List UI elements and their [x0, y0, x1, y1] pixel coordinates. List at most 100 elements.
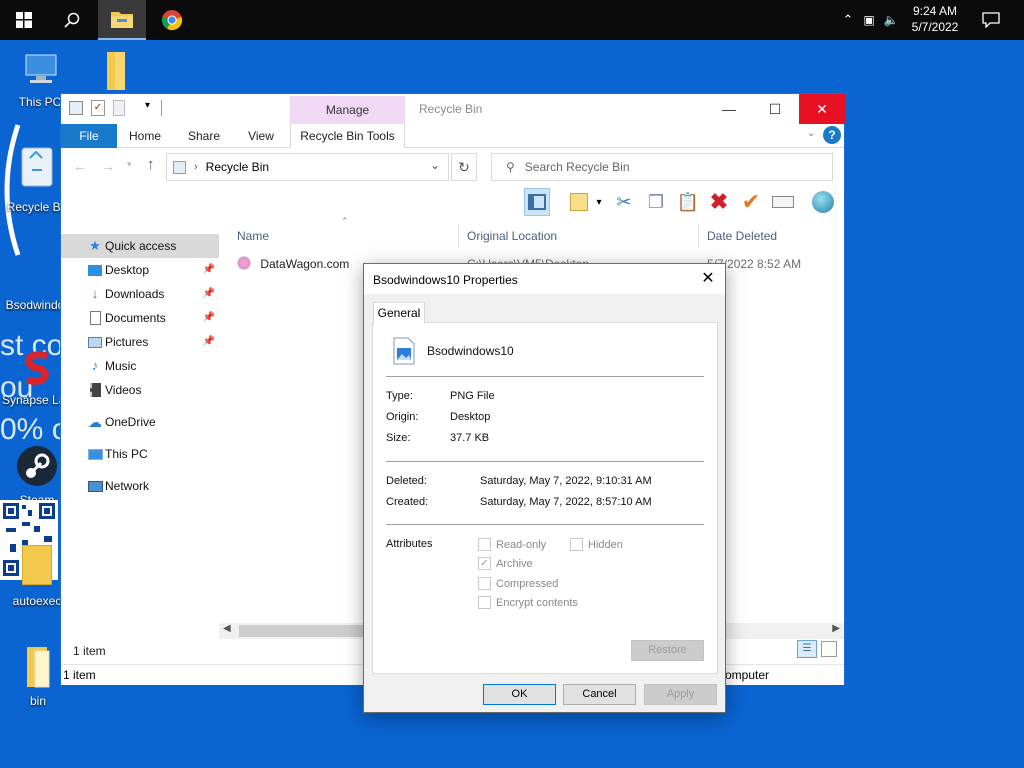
nav-label: OneDrive — [105, 415, 156, 429]
cut-button[interactable]: ✂ — [611, 188, 637, 216]
up-arrow-icon[interactable]: ↑ — [147, 156, 155, 173]
search-button[interactable] — [48, 0, 96, 40]
address-dropdown-icon[interactable]: ⌄ — [430, 158, 440, 172]
column-date-deleted[interactable]: Date Deleted — [701, 224, 841, 248]
volume-icon[interactable]: 🔈 — [880, 13, 902, 27]
nav-music[interactable]: ♪ Music — [61, 354, 219, 378]
computer-icon — [25, 54, 57, 83]
breadcrumb-recycle-bin[interactable]: Recycle Bin — [206, 160, 269, 174]
nav-videos[interactable]: Videos — [61, 378, 219, 402]
address-bar[interactable]: › Recycle Bin ⌄ — [166, 153, 449, 181]
cancel-button[interactable]: Cancel — [563, 684, 636, 705]
large-icons-view-button[interactable] — [821, 641, 837, 657]
maximize-button[interactable]: ☐ — [752, 94, 798, 124]
globe-shell-icon — [812, 191, 834, 213]
notification-icon — [982, 12, 1000, 28]
back-arrow-icon[interactable]: ← — [73, 158, 87, 174]
properties-quick-icon[interactable]: ✓ — [91, 100, 105, 116]
nav-documents[interactable]: Documents 📌 — [61, 306, 219, 330]
checkbox-label: Read-only — [496, 538, 547, 551]
scroll-thumb[interactable] — [239, 625, 369, 637]
taskbar-file-explorer[interactable] — [98, 0, 146, 40]
recent-dropdown-icon[interactable]: ▾ — [127, 159, 132, 170]
notifications-button[interactable] — [968, 0, 1014, 40]
divider — [386, 376, 704, 377]
search-box[interactable]: ⚲ Search Recycle Bin — [491, 153, 833, 181]
properties-dropdown[interactable]: ▾ — [592, 188, 606, 216]
start-button[interactable] — [0, 0, 48, 40]
chevron-down-icon[interactable]: ⌄ — [807, 128, 815, 139]
restore-check-button[interactable]: ✔ — [738, 188, 764, 216]
tab-general[interactable]: General — [373, 302, 425, 324]
nav-desktop[interactable]: Desktop 📌 — [61, 258, 219, 282]
steam-icon — [17, 446, 57, 486]
attributes-label: Attributes — [386, 538, 433, 550]
network-icon — [87, 478, 103, 494]
delete-x-icon: ✖ — [709, 189, 729, 214]
image-file-icon — [393, 337, 415, 365]
apply-button[interactable]: Apply — [644, 684, 717, 705]
navigation-pane: ★ Quick access Desktop 📌 ↓ Downloads 📌 D… — [61, 234, 219, 498]
new-folder-quick-icon[interactable] — [113, 100, 125, 116]
windows-logo-icon — [16, 12, 32, 28]
nav-this-pc[interactable]: This PC — [61, 442, 219, 466]
preview-pane-button[interactable] — [524, 188, 550, 216]
archive-checkbox[interactable]: ✓ Archive — [478, 557, 533, 570]
pin-icon[interactable]: 📌 — [203, 306, 215, 330]
scroll-right-icon[interactable]: ▶ — [832, 623, 840, 634]
customize-dropdown-icon[interactable]: ▾ — [145, 100, 150, 111]
nav-quick-access[interactable]: ★ Quick access — [61, 234, 219, 258]
chevron-up-icon[interactable]: ⌃ — [838, 12, 858, 28]
minimize-button[interactable]: — — [706, 94, 752, 124]
hidden-checkbox[interactable]: Hidden — [570, 538, 623, 551]
shell-button[interactable] — [810, 188, 836, 216]
dialog-titlebar[interactable]: Bsodwindows10 Properties ✕ — [364, 264, 725, 294]
tab-view[interactable]: View — [243, 124, 279, 148]
pin-icon[interactable]: 📌 — [203, 258, 215, 282]
separator — [161, 100, 162, 116]
tab-recycle-bin-tools[interactable]: Recycle Bin Tools — [290, 124, 405, 148]
nav-pictures[interactable]: Pictures 📌 — [61, 330, 219, 354]
created-label: Created: — [386, 496, 429, 508]
rename-button[interactable] — [770, 188, 796, 216]
restore-button[interactable]: Restore — [631, 640, 704, 661]
origin-value: Desktop — [450, 411, 491, 423]
window-title: Recycle Bin — [419, 102, 483, 116]
address-row: ← → ▾ ↑ › Recycle Bin ⌄ ↻ ⚲ Search Recyc… — [61, 150, 844, 184]
explorer-titlebar[interactable]: ✓ ▾ Manage Recycle Bin — ☐ ✕ — [61, 94, 845, 124]
music-note-icon: ♪ — [91, 358, 99, 373]
folder-icon — [22, 545, 52, 585]
tab-file[interactable]: File — [61, 124, 117, 148]
readonly-checkbox[interactable]: Read-only — [478, 538, 546, 551]
nav-onedrive[interactable]: ☁ OneDrive — [61, 410, 219, 434]
clock[interactable]: 9:24 AM 5/7/2022 — [900, 3, 970, 35]
desktop-icon-folder[interactable] — [80, 48, 150, 95]
pin-icon[interactable]: 📌 — [203, 330, 215, 354]
help-icon[interactable]: ? — [823, 126, 841, 144]
close-button[interactable]: ✕ — [799, 94, 845, 124]
encrypt-checkbox[interactable]: Encrypt contents — [478, 596, 578, 609]
divider — [386, 524, 704, 525]
properties-button[interactable] — [566, 188, 592, 216]
paste-button[interactable]: 📋 — [675, 188, 701, 216]
nav-network[interactable]: Network — [61, 474, 219, 498]
copy-button[interactable]: ❐ — [643, 188, 669, 216]
details-view-button[interactable]: ☰ — [797, 640, 817, 658]
scroll-left-icon[interactable]: ◀ — [223, 623, 231, 634]
taskbar-chrome[interactable] — [148, 0, 196, 40]
nav-downloads[interactable]: ↓ Downloads 📌 — [61, 282, 219, 306]
clipboard-icon: 📋 — [676, 191, 700, 212]
manage-tab[interactable]: Manage — [290, 96, 405, 124]
column-name[interactable]: Name — [231, 224, 459, 248]
tab-home[interactable]: Home — [125, 124, 165, 148]
refresh-button[interactable]: ↻ — [451, 153, 477, 181]
ok-button[interactable]: OK — [483, 684, 556, 705]
pin-icon[interactable]: 📌 — [203, 282, 215, 306]
dialog-close-button[interactable]: ✕ — [697, 268, 719, 290]
delete-button[interactable]: ✖ — [706, 188, 732, 216]
forward-arrow-icon[interactable]: → — [101, 158, 115, 174]
tab-share[interactable]: Share — [183, 124, 225, 148]
compressed-checkbox[interactable]: Compressed — [478, 577, 558, 590]
network-icon[interactable]: ▣ — [858, 13, 880, 27]
column-original-location[interactable]: Original Location — [461, 224, 699, 248]
